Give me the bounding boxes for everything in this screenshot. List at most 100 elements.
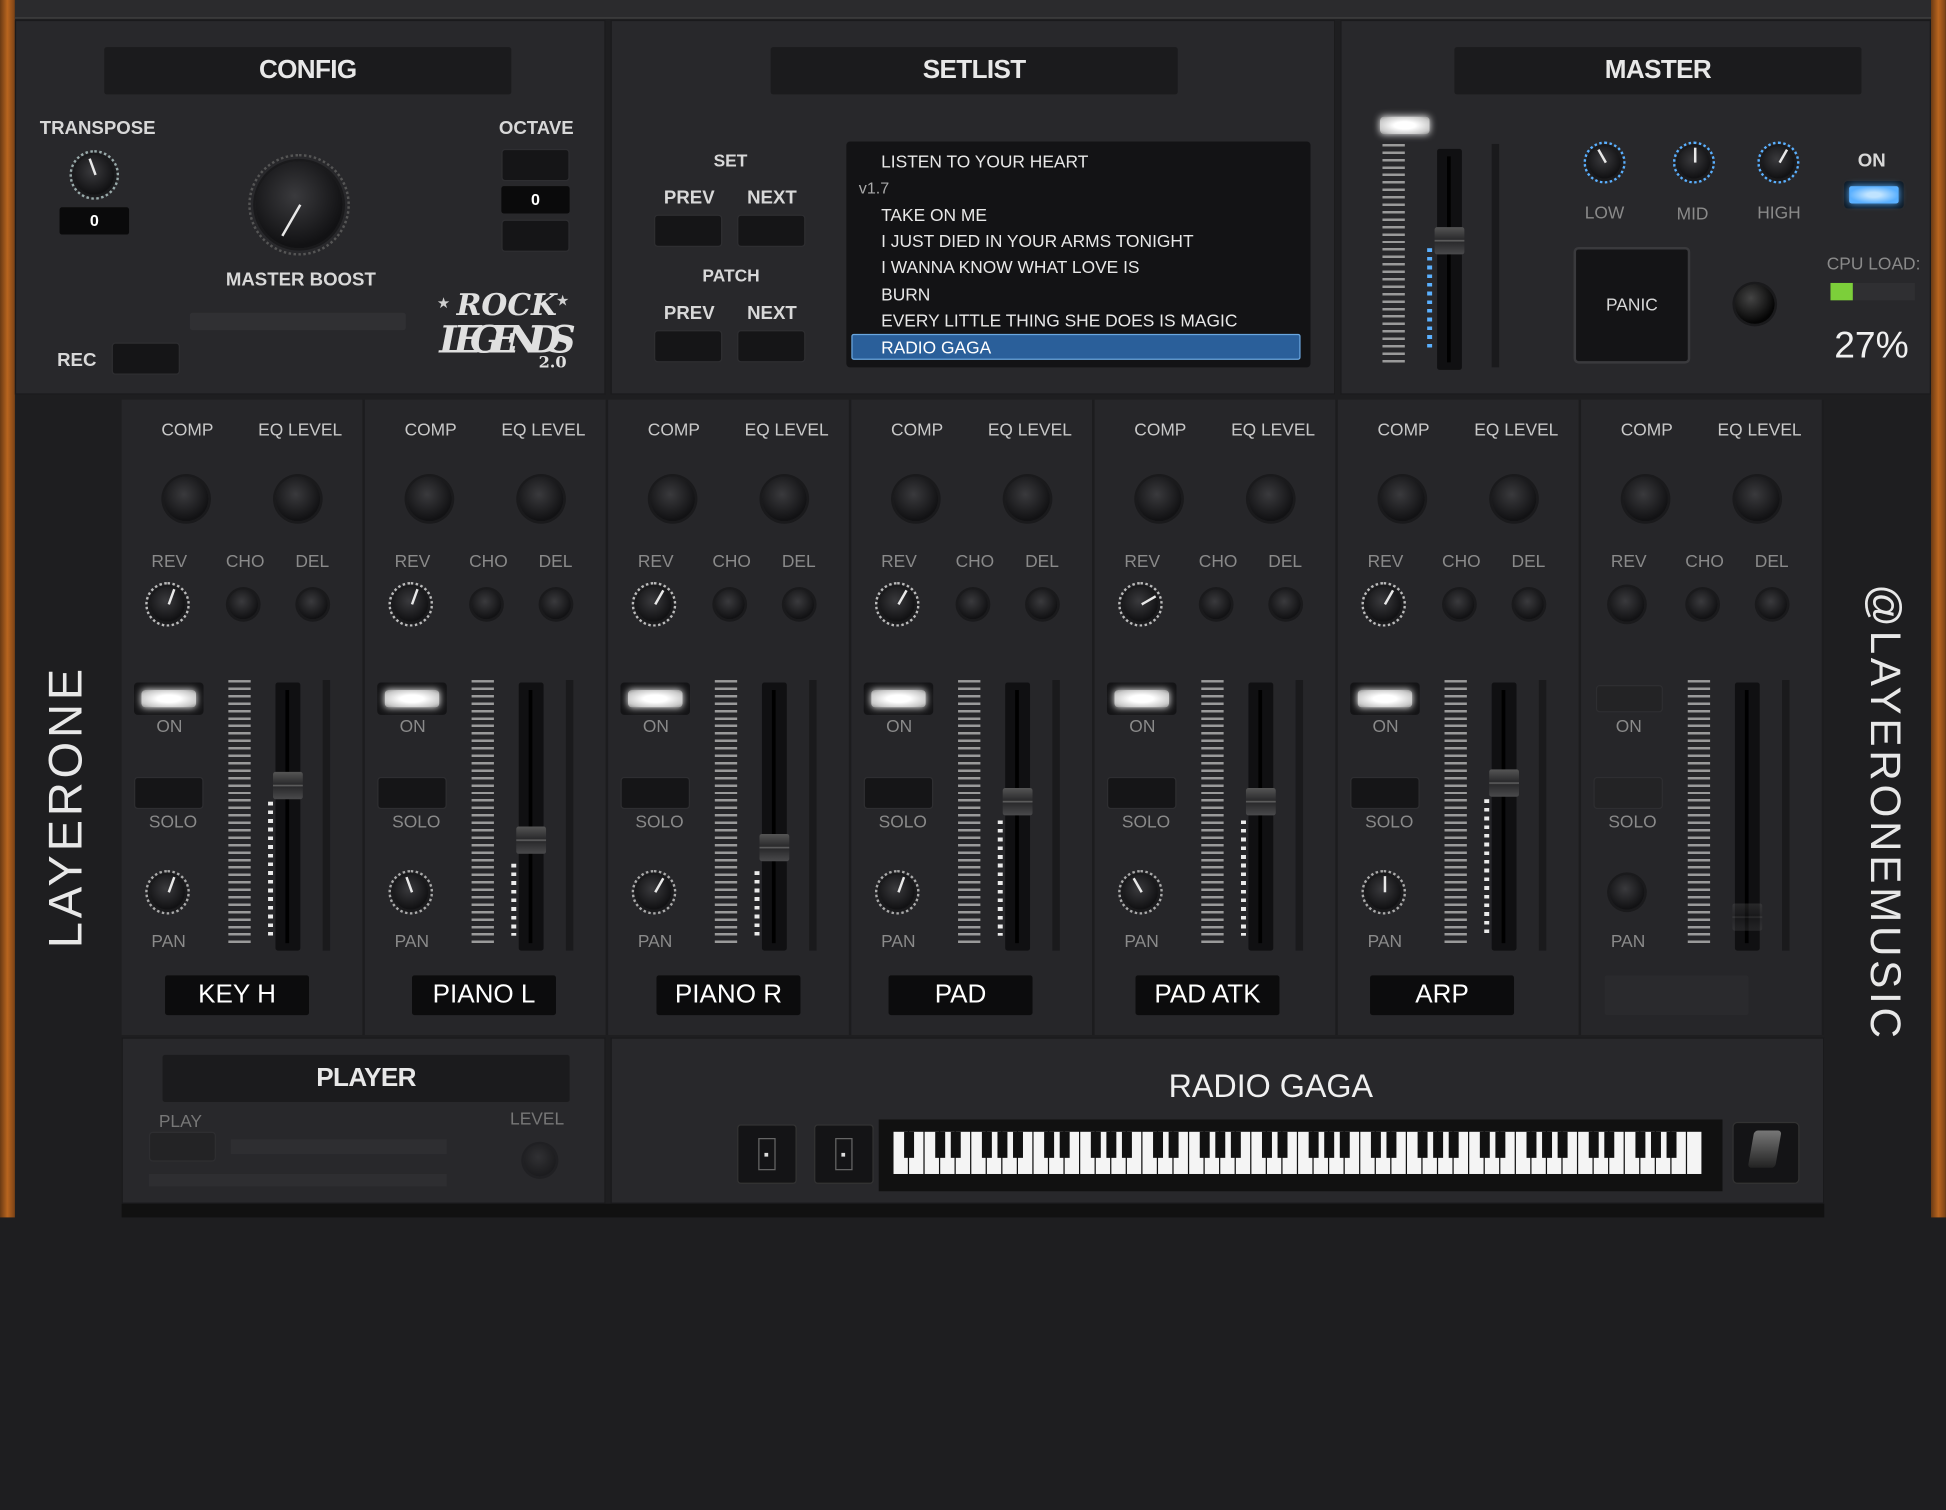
pan-knob[interactable] bbox=[636, 874, 672, 910]
octave-value[interactable]: 0 bbox=[501, 186, 570, 214]
black-key[interactable] bbox=[1153, 1131, 1164, 1158]
solo-button[interactable] bbox=[620, 776, 690, 810]
black-key[interactable] bbox=[1277, 1131, 1288, 1158]
black-key[interactable] bbox=[1588, 1131, 1599, 1158]
master-boost-knob[interactable] bbox=[255, 161, 343, 249]
black-key[interactable] bbox=[1230, 1131, 1241, 1158]
mod-wheel[interactable] bbox=[814, 1124, 874, 1184]
channel-on-button[interactable] bbox=[1595, 685, 1663, 713]
rev-knob[interactable] bbox=[393, 586, 429, 622]
channel-fader-cap[interactable] bbox=[516, 826, 547, 855]
channel-name[interactable]: PAD ATK bbox=[1135, 975, 1280, 1016]
piano-keyboard[interactable] bbox=[878, 1119, 1723, 1192]
black-key[interactable] bbox=[1650, 1131, 1661, 1158]
black-key[interactable] bbox=[1635, 1131, 1646, 1158]
pan-knob[interactable] bbox=[1366, 874, 1402, 910]
black-key[interactable] bbox=[1324, 1131, 1335, 1158]
rev-knob[interactable] bbox=[150, 586, 185, 622]
black-key[interactable] bbox=[1557, 1131, 1568, 1158]
channel-on-button[interactable] bbox=[134, 682, 204, 715]
black-key[interactable] bbox=[1215, 1131, 1226, 1158]
rev-knob[interactable] bbox=[1609, 586, 1645, 622]
black-key[interactable] bbox=[997, 1131, 1008, 1158]
black-key[interactable] bbox=[1339, 1131, 1350, 1158]
black-key[interactable] bbox=[981, 1131, 992, 1158]
channel-fader-cap[interactable] bbox=[1245, 788, 1276, 816]
eq-level-knob[interactable] bbox=[1005, 476, 1050, 522]
black-key[interactable] bbox=[1479, 1131, 1490, 1158]
channel-fader-cap[interactable] bbox=[1732, 904, 1763, 932]
cho-knob[interactable] bbox=[1687, 589, 1718, 620]
solo-button[interactable] bbox=[1350, 776, 1420, 810]
player-file-bar[interactable] bbox=[148, 1173, 447, 1187]
black-key[interactable] bbox=[1308, 1131, 1319, 1158]
eq-level-knob[interactable] bbox=[275, 476, 321, 522]
panic-button[interactable]: PANIC bbox=[1573, 246, 1691, 364]
rev-knob[interactable] bbox=[879, 586, 915, 622]
setlist-item[interactable]: LISTEN TO YOUR HEART bbox=[881, 151, 1088, 171]
channel-name[interactable]: PIANO R bbox=[656, 975, 801, 1016]
black-key[interactable] bbox=[1044, 1131, 1055, 1158]
sustain-pedal[interactable] bbox=[1732, 1121, 1800, 1184]
black-key[interactable] bbox=[1168, 1131, 1179, 1158]
setlist-item[interactable]: BURN bbox=[881, 284, 930, 304]
channel-fader-track[interactable] bbox=[1491, 682, 1517, 951]
black-key[interactable] bbox=[1090, 1131, 1101, 1158]
solo-button[interactable] bbox=[377, 776, 447, 810]
eq-level-knob[interactable] bbox=[1248, 476, 1294, 522]
setlist-list[interactable]: LISTEN TO YOUR HEART v1.7 TAKE ON ME I J… bbox=[846, 141, 1311, 368]
comp-knob[interactable] bbox=[1623, 476, 1668, 522]
black-key[interactable] bbox=[1448, 1131, 1459, 1158]
eq-level-knob[interactable] bbox=[1491, 476, 1537, 522]
comp-knob[interactable] bbox=[1136, 476, 1182, 522]
channel-name[interactable]: ARP bbox=[1370, 975, 1515, 1016]
channel-on-button[interactable] bbox=[620, 682, 690, 715]
pitch-wheel[interactable] bbox=[737, 1124, 797, 1184]
del-knob[interactable] bbox=[1027, 589, 1058, 620]
channel-fader-cap[interactable] bbox=[1489, 769, 1519, 797]
eq-level-knob[interactable] bbox=[518, 476, 564, 522]
comp-knob[interactable] bbox=[893, 476, 939, 522]
solo-button[interactable] bbox=[863, 776, 934, 810]
solo-button[interactable] bbox=[1593, 776, 1663, 810]
channel-on-button[interactable] bbox=[1350, 682, 1420, 715]
pan-knob[interactable] bbox=[879, 874, 915, 910]
channel-name[interactable] bbox=[1604, 975, 1749, 1016]
del-knob[interactable] bbox=[297, 589, 328, 620]
solo-button[interactable] bbox=[1106, 776, 1177, 810]
cho-knob[interactable] bbox=[958, 589, 988, 620]
black-key[interactable] bbox=[1542, 1131, 1553, 1158]
black-key[interactable] bbox=[1433, 1131, 1444, 1158]
player-progress[interactable] bbox=[230, 1139, 447, 1155]
black-key[interactable] bbox=[935, 1131, 946, 1158]
rev-knob[interactable] bbox=[636, 586, 672, 622]
black-key[interactable] bbox=[1604, 1131, 1615, 1158]
cho-knob[interactable] bbox=[471, 589, 502, 620]
master-fader-track[interactable] bbox=[1437, 148, 1462, 370]
transpose-knob[interactable] bbox=[74, 155, 115, 195]
del-knob[interactable] bbox=[1270, 589, 1301, 620]
set-next-button[interactable] bbox=[737, 214, 806, 247]
play-button[interactable] bbox=[148, 1131, 216, 1162]
cho-knob[interactable] bbox=[1201, 589, 1232, 620]
cho-knob[interactable] bbox=[228, 589, 259, 620]
comp-knob[interactable] bbox=[650, 476, 695, 522]
comp-knob[interactable] bbox=[1379, 476, 1425, 522]
channel-name[interactable]: PAD bbox=[888, 975, 1033, 1016]
mid-eq-knob[interactable] bbox=[1677, 146, 1711, 179]
black-key[interactable] bbox=[950, 1131, 961, 1158]
channel-fader-track[interactable] bbox=[275, 682, 301, 951]
channel-fader-track[interactable] bbox=[1248, 682, 1274, 951]
del-knob[interactable] bbox=[541, 589, 571, 620]
pan-knob[interactable] bbox=[1609, 874, 1645, 910]
low-eq-knob[interactable] bbox=[1588, 146, 1621, 179]
black-key[interactable] bbox=[1059, 1131, 1070, 1158]
rev-knob[interactable] bbox=[1366, 586, 1402, 622]
high-eq-knob[interactable] bbox=[1762, 146, 1795, 179]
del-knob[interactable] bbox=[784, 589, 815, 620]
pan-knob[interactable] bbox=[150, 874, 185, 910]
eq-level-knob[interactable] bbox=[1734, 476, 1780, 522]
rev-knob[interactable] bbox=[1123, 586, 1158, 622]
black-key[interactable] bbox=[1526, 1131, 1537, 1158]
patch-prev-button[interactable] bbox=[654, 330, 723, 363]
